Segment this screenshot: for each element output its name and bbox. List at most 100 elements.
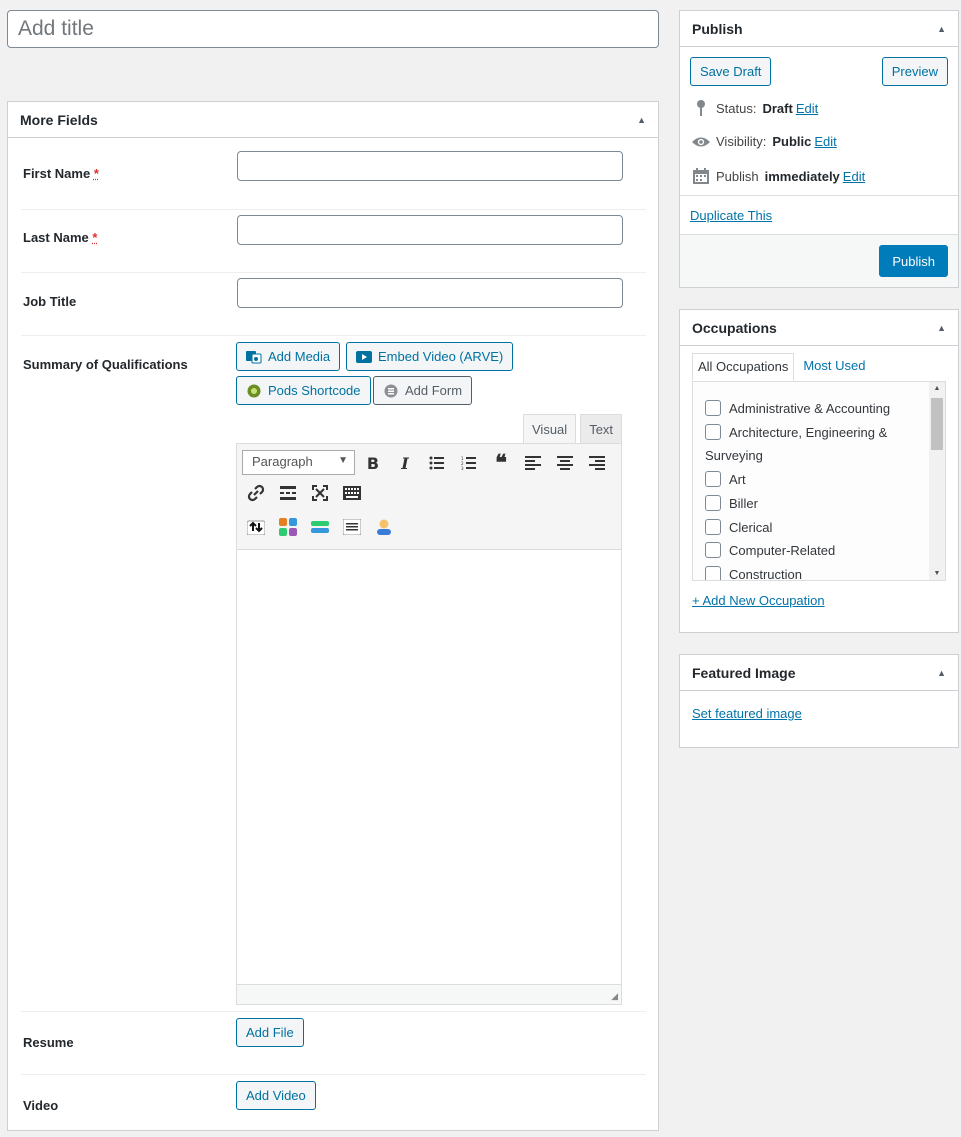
- embed-video-button[interactable]: Embed Video (ARVE): [346, 342, 514, 371]
- add-media-button[interactable]: Add Media: [236, 342, 341, 371]
- save-draft-button[interactable]: Save Draft: [690, 57, 772, 86]
- bullet-list-icon[interactable]: [423, 450, 451, 476]
- pods-icon: [246, 384, 262, 398]
- collapse-toggle-icon[interactable]: ▲: [937, 24, 946, 34]
- publish-time-value: immediately: [764, 168, 840, 184]
- resize-handle-icon[interactable]: ◢: [611, 991, 618, 1002]
- list-item[interactable]: Construction: [705, 563, 930, 580]
- collapse-toggle-icon[interactable]: ▲: [937, 668, 946, 678]
- add-new-occupation-link[interactable]: + Add New Occupation: [692, 593, 825, 608]
- fullscreen-icon[interactable]: [306, 480, 334, 506]
- upload-arrows-icon[interactable]: [242, 514, 270, 540]
- visibility-row: Visibility: Public Edit: [692, 134, 837, 149]
- status-row: Status: Draft Edit: [692, 100, 818, 116]
- featured-image-title: Featured Image: [692, 664, 796, 681]
- list-item[interactable]: Clerical: [705, 516, 930, 539]
- read-more-icon[interactable]: [274, 480, 302, 506]
- visibility-value: Public: [772, 134, 812, 149]
- add-video-button[interactable]: Add Video: [236, 1081, 316, 1110]
- checkbox[interactable]: [705, 471, 721, 487]
- checkbox[interactable]: [705, 495, 721, 511]
- tab-all-occupations[interactable]: All Occupations: [692, 353, 795, 381]
- scroll-thumb[interactable]: [931, 398, 943, 450]
- field-row-last-name: Last Name *: [21, 209, 646, 272]
- preview-button[interactable]: Preview: [881, 57, 948, 86]
- first-name-input[interactable]: [237, 151, 623, 181]
- featured-image-box: Featured Image ▲ Set featured image: [679, 654, 959, 748]
- more-fields-box: More Fields ▲ First Name * Last Name * J…: [7, 101, 659, 1131]
- video-label: Video: [23, 1098, 59, 1113]
- list-item[interactable]: Architecture, Engineering &: [705, 421, 930, 444]
- publish-title: Publish: [692, 20, 743, 37]
- format-select[interactable]: Paragraph ▼: [242, 450, 355, 475]
- edit-visibility-link[interactable]: Edit: [814, 134, 836, 149]
- collapse-toggle-icon[interactable]: ▲: [637, 115, 646, 125]
- list-item[interactable]: Biller: [705, 492, 930, 515]
- blockquote-icon[interactable]: ❝: [487, 450, 515, 476]
- publish-box: Publish ▲ Save Draft Preview Status: Dra…: [679, 10, 959, 288]
- occupations-list: Administrative & Accounting Architecture…: [692, 381, 946, 581]
- edit-status-link[interactable]: Edit: [796, 101, 818, 116]
- align-right-icon[interactable]: [583, 450, 611, 476]
- media-icon: [246, 350, 262, 364]
- collapse-toggle-icon[interactable]: ▲: [937, 323, 946, 333]
- field-row-video: Video Add Video: [21, 1074, 646, 1137]
- grid-blocks-icon[interactable]: [274, 514, 302, 540]
- post-title-input[interactable]: [7, 10, 659, 48]
- list-item[interactable]: Computer-Related: [705, 539, 930, 562]
- checkbox[interactable]: [705, 400, 721, 416]
- layers-icon[interactable]: [306, 514, 334, 540]
- eye-icon: [692, 136, 710, 148]
- scroll-down-icon[interactable]: ▼: [929, 570, 945, 577]
- job-title-input[interactable]: [237, 278, 623, 308]
- form-icon: [383, 384, 399, 398]
- link-icon[interactable]: [242, 480, 270, 506]
- rich-text-editor: Paragraph ▼ B I 123 ❝ ◢: [236, 443, 622, 1005]
- keyboard-icon[interactable]: [338, 480, 366, 506]
- pin-icon: [692, 100, 710, 116]
- field-row-job-title: Job Title: [21, 272, 646, 335]
- checkbox[interactable]: [705, 542, 721, 558]
- scrollbar[interactable]: ▲ ▼: [929, 382, 945, 580]
- align-left-icon[interactable]: [519, 450, 547, 476]
- text-block-icon[interactable]: [338, 514, 366, 540]
- scroll-up-icon[interactable]: ▲: [929, 385, 945, 392]
- list-item[interactable]: Art: [705, 468, 930, 491]
- tab-text[interactable]: Text: [580, 414, 623, 444]
- duplicate-link[interactable]: Duplicate This: [690, 208, 772, 223]
- publish-header: Publish ▲: [680, 11, 958, 47]
- checkbox[interactable]: [705, 424, 721, 440]
- pods-shortcode-button[interactable]: Pods Shortcode: [236, 376, 371, 405]
- calendar-icon: [692, 168, 710, 184]
- checkbox[interactable]: [705, 566, 721, 580]
- edit-schedule-link[interactable]: Edit: [843, 169, 865, 184]
- user-profile-icon[interactable]: [370, 514, 398, 540]
- last-name-input[interactable]: [237, 215, 623, 245]
- job-title-label: Job Title: [23, 294, 77, 309]
- list-item-continued: Surveying: [705, 448, 763, 463]
- editor-toolbar: Paragraph ▼ B I 123 ❝: [237, 444, 621, 550]
- list-item[interactable]: Administrative & Accounting: [705, 397, 930, 420]
- resume-label: Resume: [23, 1035, 74, 1050]
- add-file-button[interactable]: Add File: [236, 1018, 304, 1047]
- numbered-list-icon[interactable]: 123: [455, 450, 483, 476]
- tab-most-used[interactable]: Most Used: [798, 353, 870, 381]
- editor-content-area[interactable]: [237, 550, 621, 984]
- last-name-label: Last Name *: [23, 230, 98, 245]
- field-row-resume: Resume Add File: [21, 1011, 646, 1074]
- editor-status-bar: ◢: [237, 984, 621, 1004]
- add-form-button[interactable]: Add Form: [373, 376, 473, 405]
- field-row-first-name: First Name *: [21, 138, 646, 209]
- schedule-row: Publish immediately Edit: [692, 168, 865, 184]
- checkbox[interactable]: [705, 519, 721, 535]
- align-center-icon[interactable]: [551, 450, 579, 476]
- required-marker: *: [92, 230, 98, 245]
- tab-visual[interactable]: Visual: [523, 414, 577, 444]
- featured-image-header: Featured Image ▲: [680, 655, 958, 691]
- set-featured-image-link[interactable]: Set featured image: [692, 706, 802, 721]
- italic-button[interactable]: I: [391, 450, 419, 476]
- bold-button[interactable]: B: [359, 450, 387, 476]
- first-name-label: First Name *: [23, 166, 99, 181]
- occupations-tabs: All Occupations Most Used: [692, 353, 870, 381]
- publish-button[interactable]: Publish: [879, 245, 948, 277]
